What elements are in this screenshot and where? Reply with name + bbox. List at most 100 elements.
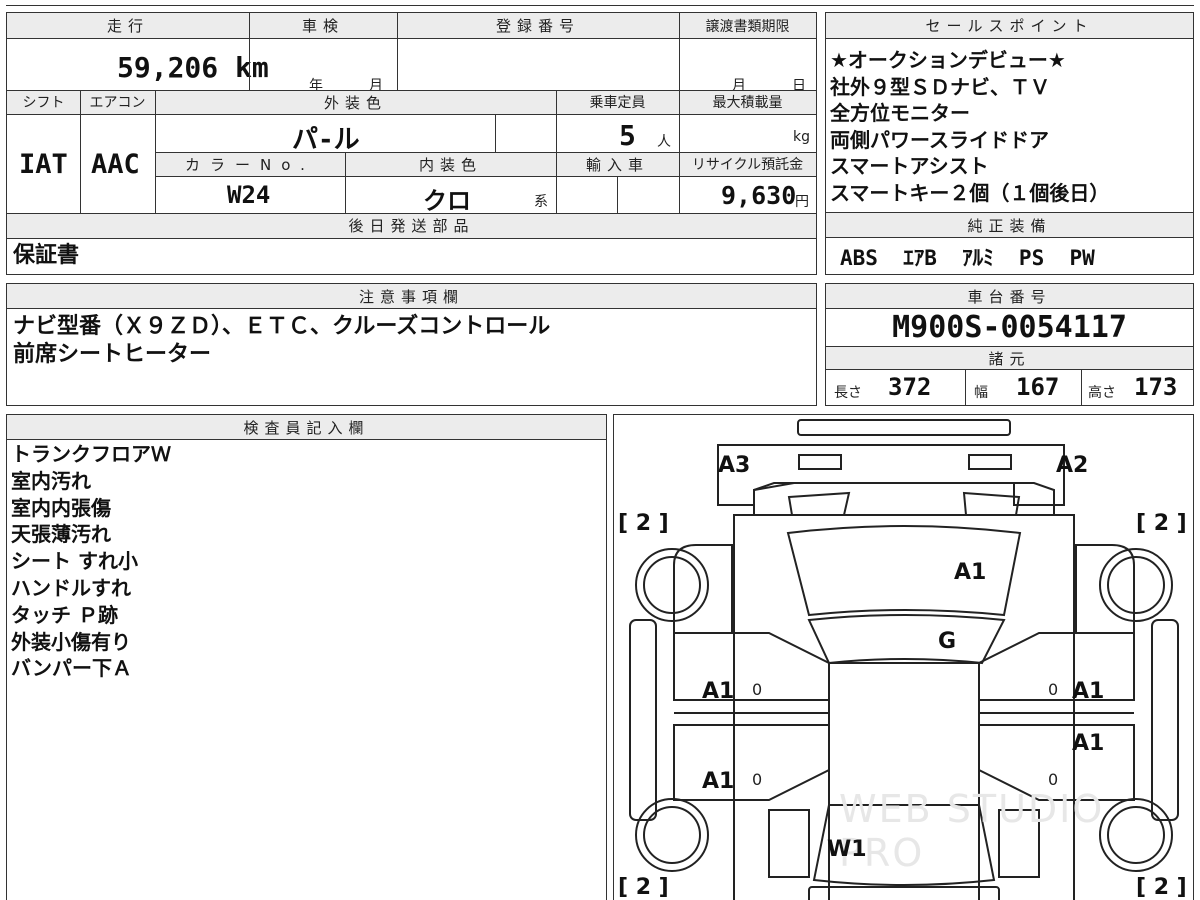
watermark: WEB STUDIO PRO <box>839 787 1105 875</box>
sales-point-line-4: 両側パワースライドドア <box>830 127 1049 152</box>
specs-v-1 <box>965 369 966 405</box>
capacity-value: 5 <box>619 119 636 152</box>
inspector-line-1: トランクフロアＷ <box>11 442 171 466</box>
interior-color-suffix: 系 <box>534 194 548 210</box>
exterior-color-label: 外装色 <box>155 90 556 114</box>
mark-hood: W1 <box>827 837 867 862</box>
chassis-value: M900S-0054117 <box>892 310 1127 345</box>
capacity-unit: 人 <box>657 134 671 150</box>
inspector-line-7: タッチ Ｐ跡 <box>11 602 118 627</box>
bracket-front-right: [ 2 ] <box>1136 875 1187 900</box>
mark-left-rear-door: A1 <box>702 679 735 704</box>
shift-label: シフト <box>7 90 80 114</box>
genuine-equipment-value: ABS ｴｱB ｱﾙﾐ PS PW <box>840 246 1095 270</box>
shift-value: IAT <box>19 149 68 180</box>
sales-point-line-6: スマートキー２個（１個後日） <box>830 181 1110 205</box>
mark-rear-left: A3 <box>718 453 751 478</box>
spec-width-label: 幅 <box>974 385 988 401</box>
grid-h-7 <box>7 238 816 239</box>
inspector-line-4: 天張薄汚れ <box>11 522 111 547</box>
grid-v-3 <box>679 13 680 213</box>
rear-lamp-right <box>968 454 1012 470</box>
bracket-rear-right: [ 2 ] <box>1136 511 1187 536</box>
vehicle-info-table: 走行 車検 登録番号 譲渡書類期限 59,206 km 年 月 月 日 シフト … <box>6 12 817 275</box>
rear-lamp-left <box>798 454 842 470</box>
grid-h-1 <box>7 38 816 39</box>
max-load-unit: kg <box>793 129 810 145</box>
sales-points-box: セールスポイント ★オークションデビュー★ 社外９型ＳＤナビ、ＴＶ 全方位モニタ… <box>825 12 1194 213</box>
bracket-front-left: [ 2 ] <box>618 875 669 900</box>
inspector-divider <box>7 439 606 440</box>
max-load-label: 最大積載量 <box>679 90 816 114</box>
later-parts-value: 保証書 <box>13 243 80 268</box>
chassis-divider-3 <box>826 369 1193 370</box>
inspector-label: 検査員記入欄 <box>7 415 606 439</box>
aircon-value: AAC <box>91 149 140 180</box>
color-no-value: W24 <box>227 181 271 209</box>
later-parts-label: 後日発送部品 <box>7 213 816 238</box>
inspector-box: 検査員記入欄 トランクフロアＷ 室内汚れ 室内内張傷 天張薄汚れ シート すれ小… <box>6 414 607 900</box>
grid-v-2 <box>397 13 398 90</box>
grid-v-5 <box>155 90 156 213</box>
zero-mark-2: 0 <box>752 770 763 789</box>
spec-width-value: 167 <box>1016 373 1060 401</box>
sales-point-line-5: スマートアシスト <box>830 154 989 179</box>
interior-color-value: クロ <box>423 187 471 215</box>
transfer-deadline-label: 譲渡書類期限 <box>679 13 816 38</box>
exterior-color-value: パ-ル <box>292 125 360 155</box>
inspector-line-5: シート すれ小 <box>11 549 138 574</box>
top-cut-line <box>6 0 1194 6</box>
spec-height-label: 高さ <box>1088 385 1116 401</box>
notes-line-1: ナビ型番（Ｘ９ＺＤ）、ＥＴＣ、クルーズコントロール <box>13 314 551 339</box>
specs-label: 諸元 <box>826 347 1193 369</box>
capacity-label: 乗車定員 <box>556 90 679 114</box>
spec-height-value: 173 <box>1134 373 1178 401</box>
inspector-line-6: ハンドルすれ <box>11 576 131 600</box>
mark-tailgate: A1 <box>954 560 987 585</box>
grid-v-8 <box>345 152 346 213</box>
grid-h-2 <box>7 90 816 91</box>
recycle-unit: 円 <box>795 194 809 210</box>
front-bumper <box>808 886 1000 900</box>
zero-mark-4: 0 <box>1048 770 1059 789</box>
notes-line-2: 前席シートヒーター <box>13 342 212 367</box>
recycle-label: リサイクル預託金 <box>679 152 816 176</box>
inspection-label: 車検 <box>249 13 397 38</box>
rear-glass-left <box>787 491 851 516</box>
left-rail <box>629 619 657 821</box>
genuine-equipment-divider <box>826 237 1193 238</box>
inspector-line-9: バンパー下Ａ <box>11 656 132 681</box>
notes-box: 注意事項欄 ナビ型番（Ｘ９ＺＤ）、ＥＴＣ、クルーズコントロール 前席シートヒータ… <box>6 283 817 406</box>
grid-h-4 <box>155 152 816 153</box>
spec-length-label: 長さ <box>834 385 862 401</box>
zero-mark-1: 0 <box>752 680 763 699</box>
grid-v-1 <box>249 13 250 90</box>
color-no-label: カラーNo. <box>155 152 345 176</box>
notes-label: 注意事項欄 <box>7 284 816 308</box>
front-left-wheel <box>635 798 709 872</box>
chassis-divider-1 <box>826 308 1193 309</box>
sales-points-label: セールスポイント <box>826 13 1193 38</box>
mark-roof: G <box>938 629 957 654</box>
chassis-label: 車台番号 <box>826 284 1193 308</box>
inspector-line-2: 室内汚れ <box>11 468 91 493</box>
grid-h-5 <box>155 176 816 177</box>
aircon-label: エアコン <box>80 90 155 114</box>
rear-right-wheel <box>1099 548 1173 622</box>
front-fender-left <box>768 809 810 878</box>
sales-point-line-1: ★オークションデビュー★ <box>830 48 1066 72</box>
sales-points-divider <box>826 38 1193 39</box>
inspector-line-8: 外装小傷有り <box>11 629 131 654</box>
mileage-label: 走行 <box>7 13 249 38</box>
zero-mark-3: 0 <box>1048 680 1059 699</box>
rear-glass-right <box>962 491 1021 516</box>
spec-length-value: 372 <box>888 373 932 401</box>
recycle-value: 9,630 <box>721 181 797 210</box>
sales-point-line-2: 社外９型ＳＤナビ、ＴＶ <box>830 74 1050 99</box>
grid-h-3 <box>7 114 816 115</box>
registration-label: 登録番号 <box>397 13 679 38</box>
car-diagram-box: WEB STUDIO PRO A3 A2 A1 G A1 A1 A1 A1 W1… <box>613 414 1194 900</box>
grid-v-7 <box>495 114 496 152</box>
mark-rear-right: A2 <box>1056 453 1089 478</box>
genuine-equipment-label: 純正装備 <box>826 213 1193 237</box>
